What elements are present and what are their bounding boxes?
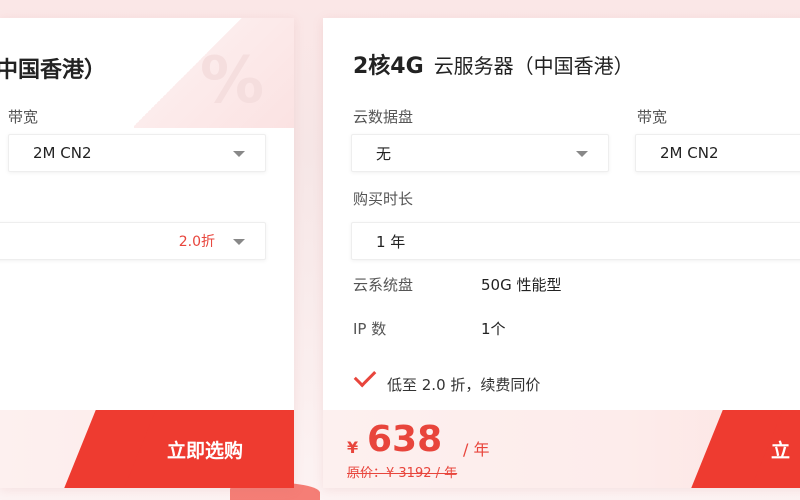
bandwidth-value: 2M CN2 [660,144,719,162]
product-card-right: 2核4G 云服务器（中国香港） 云数据盘 无 带宽 2M CN2 购买时长 1 年… [323,18,800,488]
bandwidth-select[interactable]: 2M CN2 [635,134,800,172]
data-disk-label: 云数据盘 [353,108,414,126]
chevron-down-icon [233,151,245,157]
bandwidth-select[interactable]: 2M CN2 [8,134,266,172]
duration-select[interactable]: 2.0折 [0,222,266,260]
check-icon [353,364,377,388]
duration-value: 1 年 [376,232,406,251]
ip-count-value: 1个 [481,320,506,338]
buy-now-label: 立 [771,439,791,462]
data-disk-value: 无 [376,144,392,163]
card-title: 中国香港） [0,58,107,83]
chevron-down-icon [233,239,245,245]
bandwidth-label: 带宽 [8,108,39,126]
card-title-main: 2核4G [353,54,424,79]
promo-text: 低至 2.0 折，续费同价 [387,376,541,394]
bandwidth-label: 带宽 [637,108,668,126]
discount-badge: 2.0折 [178,234,215,250]
price-unit: / 年 [463,440,490,459]
card-title: 2核4G 云服务器（中国香港） [353,48,634,80]
product-card-left: % 中国香港） 带宽 2M CN2 2.0折 立即选购 [0,18,294,488]
duration-label: 购买时长 [353,190,414,208]
original-price: 原价：¥ 3192 / 年 [347,466,458,481]
price-currency: ¥ [347,438,359,457]
bandwidth-value: 2M CN2 [33,144,92,162]
percent-decoration-icon: % [200,44,265,118]
system-disk-label: 云系统盘 [353,276,414,294]
price-value: 638 [367,419,443,460]
buy-now-button[interactable]: 立 [743,410,800,488]
buy-now-label: 立即选购 [166,439,243,462]
data-disk-select[interactable]: 无 [351,134,609,172]
buy-now-button[interactable]: 立即选购 [116,410,294,488]
duration-select[interactable]: 1 年 [351,222,800,260]
ip-count-label: IP 数 [353,320,387,338]
system-disk-value: 50G 性能型 [481,276,562,294]
card-title-sub: 云服务器（中国香港） [433,54,634,78]
chevron-down-icon [576,151,588,157]
